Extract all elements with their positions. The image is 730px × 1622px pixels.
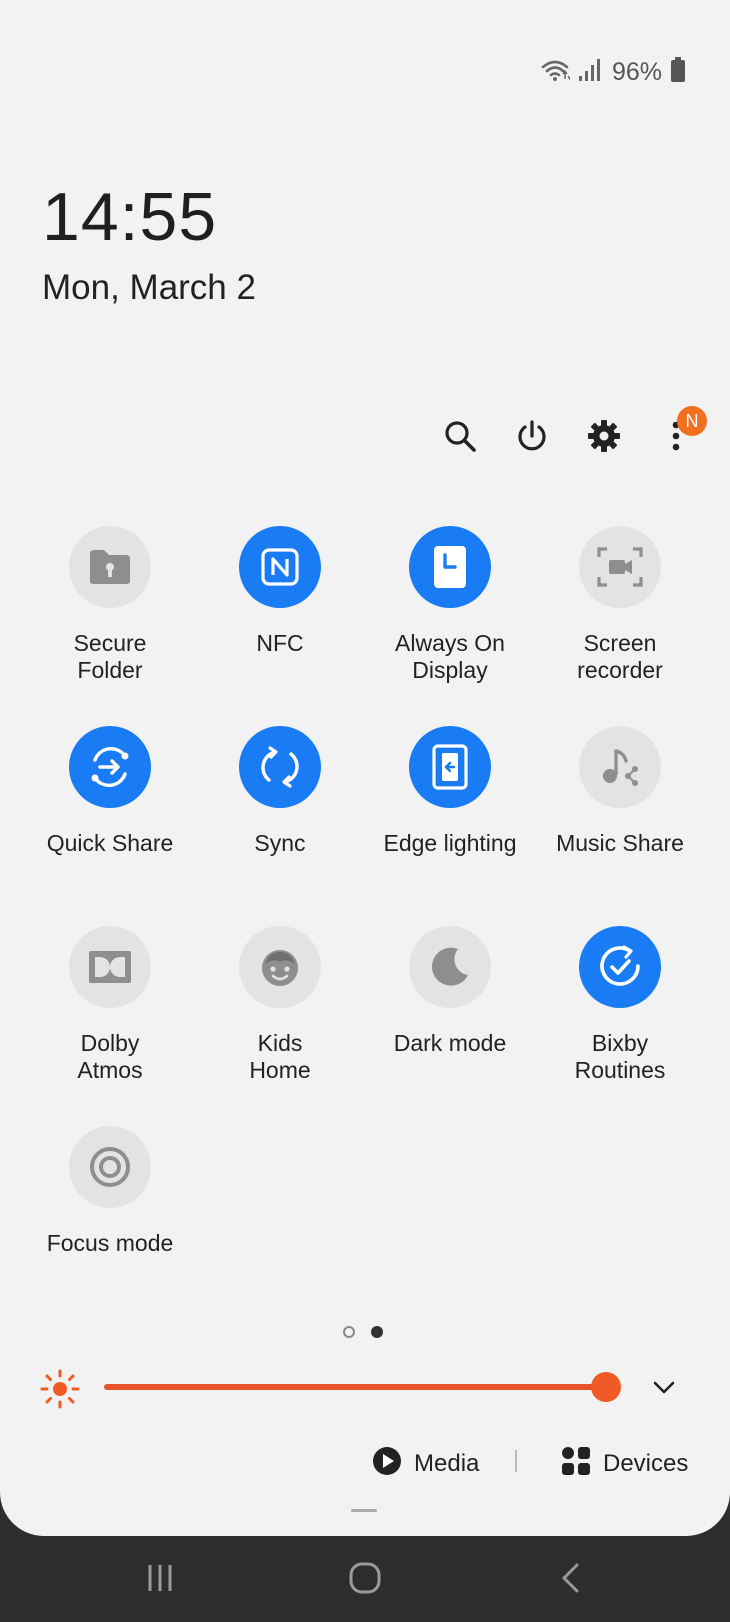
kids-home-icon: [239, 926, 321, 1008]
bixby-routines-icon: [579, 926, 661, 1008]
music-share-icon: [579, 726, 661, 808]
tile-bixby-routines[interactable]: Bixby Routines: [535, 926, 705, 1084]
separator: [515, 1450, 517, 1472]
tile-secure-folder[interactable]: Secure Folder: [25, 526, 195, 684]
quick-panel: 96% 14:55 Mon, March 2 N Secure Folder N…: [0, 0, 730, 1536]
search-icon[interactable]: [436, 412, 484, 460]
tile-edge-lighting[interactable]: Edge lighting: [365, 726, 535, 857]
tile-label: Screen recorder: [577, 630, 663, 683]
clock-time[interactable]: 14:55: [42, 178, 217, 256]
page-dot-1[interactable]: [343, 1326, 355, 1338]
wifi-icon: [540, 58, 573, 87]
brightness-slider-thumb[interactable]: [591, 1372, 621, 1402]
tile-label: Kids Home: [249, 1030, 311, 1083]
brightness-slider-track[interactable]: [104, 1384, 604, 1390]
chevron-down-icon[interactable]: [651, 1374, 677, 1405]
devices-label: Devices: [603, 1450, 689, 1477]
edge-lighting-icon: [409, 726, 491, 808]
tile-nfc[interactable]: NFC: [195, 526, 365, 657]
always-on-display-icon: [409, 526, 491, 608]
devices-icon: [561, 1446, 591, 1483]
media-label: Media: [414, 1450, 480, 1477]
quick-share-icon: [69, 726, 151, 808]
play-icon: [372, 1446, 402, 1483]
nfc-icon: [239, 526, 321, 608]
recents-icon[interactable]: [140, 1560, 180, 1596]
dolby-icon: [69, 926, 151, 1008]
devices-button[interactable]: Devices: [561, 1444, 688, 1484]
back-icon[interactable]: [555, 1560, 585, 1596]
brightness-icon: [40, 1369, 80, 1414]
notification-badge: N: [677, 406, 707, 436]
page-indicator: [343, 1326, 383, 1338]
tile-kids-home[interactable]: Kids Home: [195, 926, 365, 1084]
tile-label: Sync: [254, 830, 306, 856]
media-button[interactable]: Media: [372, 1444, 479, 1484]
tile-screen-recorder[interactable]: Screen recorder: [535, 526, 705, 684]
battery-icon: [670, 56, 686, 88]
tile-label: NFC: [256, 630, 304, 656]
tile-focus-mode[interactable]: Focus mode: [25, 1126, 195, 1257]
tile-label: Quick Share: [46, 830, 174, 856]
tile-label: Bixby Routines: [574, 1030, 666, 1083]
page-dot-2[interactable]: [371, 1326, 383, 1338]
tile-dark-mode[interactable]: Dark mode: [365, 926, 535, 1057]
signal-icon: [578, 58, 600, 87]
settings-icon[interactable]: [580, 412, 628, 460]
tile-quick-share[interactable]: Quick Share: [25, 726, 195, 857]
status-bar: 96%: [540, 54, 686, 90]
dark-mode-icon: [409, 926, 491, 1008]
tile-music-share[interactable]: Music Share: [535, 726, 705, 857]
tile-label: Edge lighting: [383, 830, 517, 856]
clock-date[interactable]: Mon, March 2: [42, 268, 256, 308]
tile-label: Always On Display: [395, 630, 505, 683]
tile-dolby-atmos[interactable]: Dolby Atmos: [25, 926, 195, 1084]
tile-sync[interactable]: Sync: [195, 726, 365, 857]
tile-label: Music Share: [556, 830, 684, 856]
panel-handle[interactable]: [351, 1509, 377, 1512]
screen-recorder-icon: [579, 526, 661, 608]
power-icon[interactable]: [508, 412, 556, 460]
tile-label: Dark mode: [393, 1030, 507, 1056]
tile-label: Secure Folder: [73, 630, 147, 683]
tile-label: Dolby Atmos: [77, 1030, 143, 1083]
secure-folder-icon: [69, 526, 151, 608]
tile-always-on-display[interactable]: Always On Display: [365, 526, 535, 684]
home-icon[interactable]: [345, 1560, 385, 1596]
focus-mode-icon: [69, 1126, 151, 1208]
sync-icon: [239, 726, 321, 808]
battery-percent: 96%: [611, 57, 662, 86]
tile-label: Focus mode: [46, 1230, 174, 1256]
